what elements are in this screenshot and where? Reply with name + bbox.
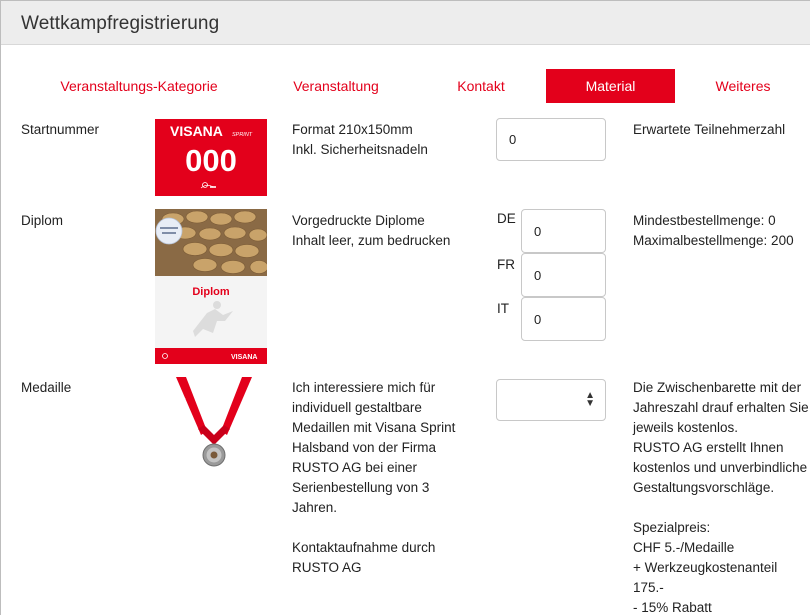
medaille-description: Ich interessiere mich für individuell ge… bbox=[292, 378, 455, 578]
startnummer-label: Startnummer bbox=[21, 122, 100, 137]
startnummer-desc-line: Format 210x150mm bbox=[292, 122, 413, 137]
registration-panel: Wettkampfregistrierung Veranstaltungs-Ka… bbox=[0, 0, 810, 615]
diplom-caption: Diplom bbox=[192, 286, 229, 298]
medaille-note-line: Die Zwischenbarette mit der bbox=[633, 380, 802, 395]
tab-kontakt[interactable]: Kontakt bbox=[441, 69, 521, 103]
startnummer-image: VISANA SPRINT 000 bbox=[155, 119, 267, 196]
startnummer-number: 000 bbox=[185, 143, 237, 178]
tab-weiteres[interactable]: Weiteres bbox=[701, 69, 785, 103]
medaille-note-line: kostenlos und unverbindliche bbox=[633, 460, 808, 475]
medaille-desc-line: RUSTO AG bbox=[292, 560, 362, 575]
diplom-de-quantity-input[interactable]: 0 bbox=[521, 209, 606, 253]
startnummer-description: Format 210x150mm Inkl. Sicherheitsnadeln bbox=[292, 120, 428, 160]
diplom-description: Vorgedruckte Diplome Inhalt leer, zum be… bbox=[292, 211, 450, 251]
medaille-desc-line: Medaillen mit Visana Sprint bbox=[292, 420, 456, 435]
diplom-desc-line: Vorgedruckte Diplome bbox=[292, 213, 425, 228]
medaille-note-line: Gestaltungsvorschläge. bbox=[633, 480, 775, 495]
tab-material[interactable]: Material bbox=[546, 69, 675, 103]
diplom-label: Diplom bbox=[21, 213, 64, 228]
medaille-note-line: + Werkzeugkostenanteil 175.- bbox=[633, 560, 778, 595]
medaille-interest-select[interactable]: ▲ ▼ bbox=[496, 379, 606, 421]
medaille-desc-line: Halsband von der Firma bbox=[292, 440, 437, 455]
medaille-desc-line: Jahren. bbox=[292, 500, 338, 515]
tab-bar: Veranstaltungs-Kategorie Veranstaltung K… bbox=[1, 69, 810, 103]
medaille-image: visana visana bbox=[174, 377, 254, 472]
diplom-lang-fr-label: FR bbox=[497, 257, 515, 272]
medaille-desc-spacer bbox=[292, 518, 455, 538]
diplom-brand: VISANA bbox=[231, 354, 257, 361]
startnummer-brand-sub: SPRINT bbox=[232, 132, 253, 138]
medaille-note: Die Zwischenbarette mit der Jahreszahl d… bbox=[633, 378, 810, 615]
medaille-label: Medaille bbox=[21, 380, 72, 395]
diplom-note: Mindestbestellmenge: 0 Maximalbestellmen… bbox=[633, 211, 794, 251]
diplom-it-quantity-input[interactable]: 0 bbox=[521, 297, 606, 341]
medaille-desc-line: Kontaktaufnahme durch bbox=[292, 540, 436, 555]
medaille-note-line: Spezialpreis: bbox=[633, 520, 711, 535]
diplom-note-line: Mindestbestellmenge: 0 bbox=[633, 213, 776, 228]
diplom-image: Diplom VISANA bbox=[155, 209, 269, 364]
tab-veranstaltung[interactable]: Veranstaltung bbox=[276, 69, 396, 103]
diplom-note-line: Maximalbestellmenge: 200 bbox=[633, 233, 794, 248]
diplom-fr-quantity-input[interactable]: 0 bbox=[521, 253, 606, 297]
startnummer-desc-line: Inkl. Sicherheitsnadeln bbox=[292, 142, 428, 157]
startnummer-quantity-input[interactable]: 0 bbox=[496, 118, 606, 161]
tab-veranstaltungs-kategorie[interactable]: Veranstaltungs-Kategorie bbox=[41, 69, 237, 103]
diplom-lang-it-label: IT bbox=[497, 301, 509, 316]
medaille-note-line: RUSTO AG erstellt Ihnen bbox=[633, 440, 784, 455]
select-updown-icon: ▲ ▼ bbox=[585, 390, 595, 409]
startnummer-note: Erwartete Teilnehmerzahl bbox=[633, 122, 786, 137]
medaille-note-line: Jahreszahl drauf erhalten Sie bbox=[633, 400, 809, 415]
medaille-note-line: jeweils kostenlos. bbox=[633, 420, 739, 435]
startnummer-brand: VISANA bbox=[170, 123, 223, 139]
panel-header: Wettkampfregistrierung bbox=[1, 1, 810, 45]
diplom-desc-line: Inhalt leer, zum bedrucken bbox=[292, 233, 451, 248]
medaille-desc-line: individuell gestaltbare bbox=[292, 400, 422, 415]
page-title: Wettkampfregistrierung bbox=[21, 13, 220, 34]
medaille-note-line: - 15% Rabatt bbox=[633, 600, 712, 615]
medaille-desc-line: Ich interessiere mich für bbox=[292, 380, 436, 395]
medaille-desc-line: Serienbestellung von 3 bbox=[292, 480, 430, 495]
medaille-note-line: CHF 5.-/Medaille bbox=[633, 540, 735, 555]
medaille-desc-line: RUSTO AG bei einer bbox=[292, 460, 418, 475]
diplom-lang-de-label: DE bbox=[497, 211, 516, 226]
medaille-note-spacer bbox=[633, 498, 810, 518]
